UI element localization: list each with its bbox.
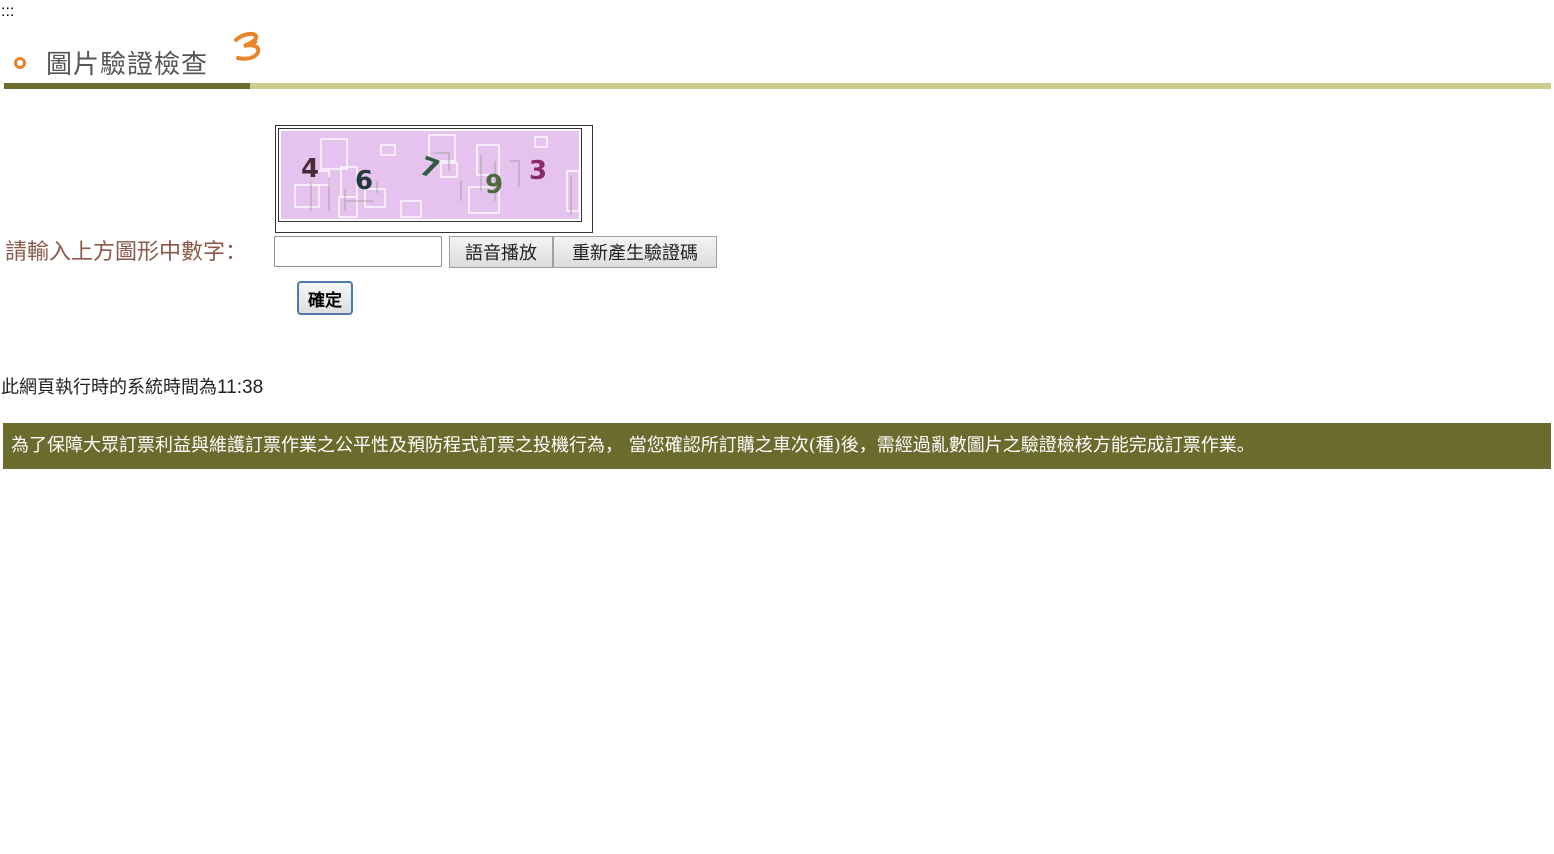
page-title: 圖片驗證檢查 bbox=[46, 50, 209, 80]
captcha-digit-5: 3 bbox=[529, 156, 547, 186]
system-time-value: 11:38 bbox=[217, 377, 264, 398]
captcha-digit-1: 4 bbox=[301, 154, 319, 184]
audio-play-button[interactable]: 語音播放 bbox=[449, 236, 553, 268]
system-time-label: 此網頁執行時的系統時間為 bbox=[1, 377, 217, 398]
captcha-digit-4: 9 bbox=[485, 170, 503, 200]
header-underline-dark bbox=[4, 83, 250, 89]
captcha-image: 4 6 7 9 3 bbox=[281, 131, 579, 219]
captcha-digit-2: 6 bbox=[355, 166, 373, 196]
swirl-decoration-icon bbox=[234, 31, 261, 61]
circle-bullet-icon bbox=[14, 57, 26, 69]
confirm-button[interactable]: 確定 bbox=[297, 281, 353, 315]
system-time-text: 此網頁執行時的系統時間為11:38 bbox=[1, 375, 263, 401]
notice-banner: 為了保障大眾訂票利益與維護訂票作業之公平性及預防程式訂票之投機行為， 當您確認所… bbox=[3, 423, 1551, 469]
accesskey-link[interactable]: ::: bbox=[1, 4, 14, 20]
captcha-input[interactable] bbox=[274, 236, 442, 267]
captcha-prompt-label: 請輸入上方圖形中數字： bbox=[5, 240, 248, 265]
section-header: 圖片驗證檢查 bbox=[4, 30, 1551, 92]
regenerate-captcha-button[interactable]: 重新產生驗證碼 bbox=[553, 236, 717, 268]
captcha-frame: 4 6 7 9 3 bbox=[275, 125, 593, 233]
